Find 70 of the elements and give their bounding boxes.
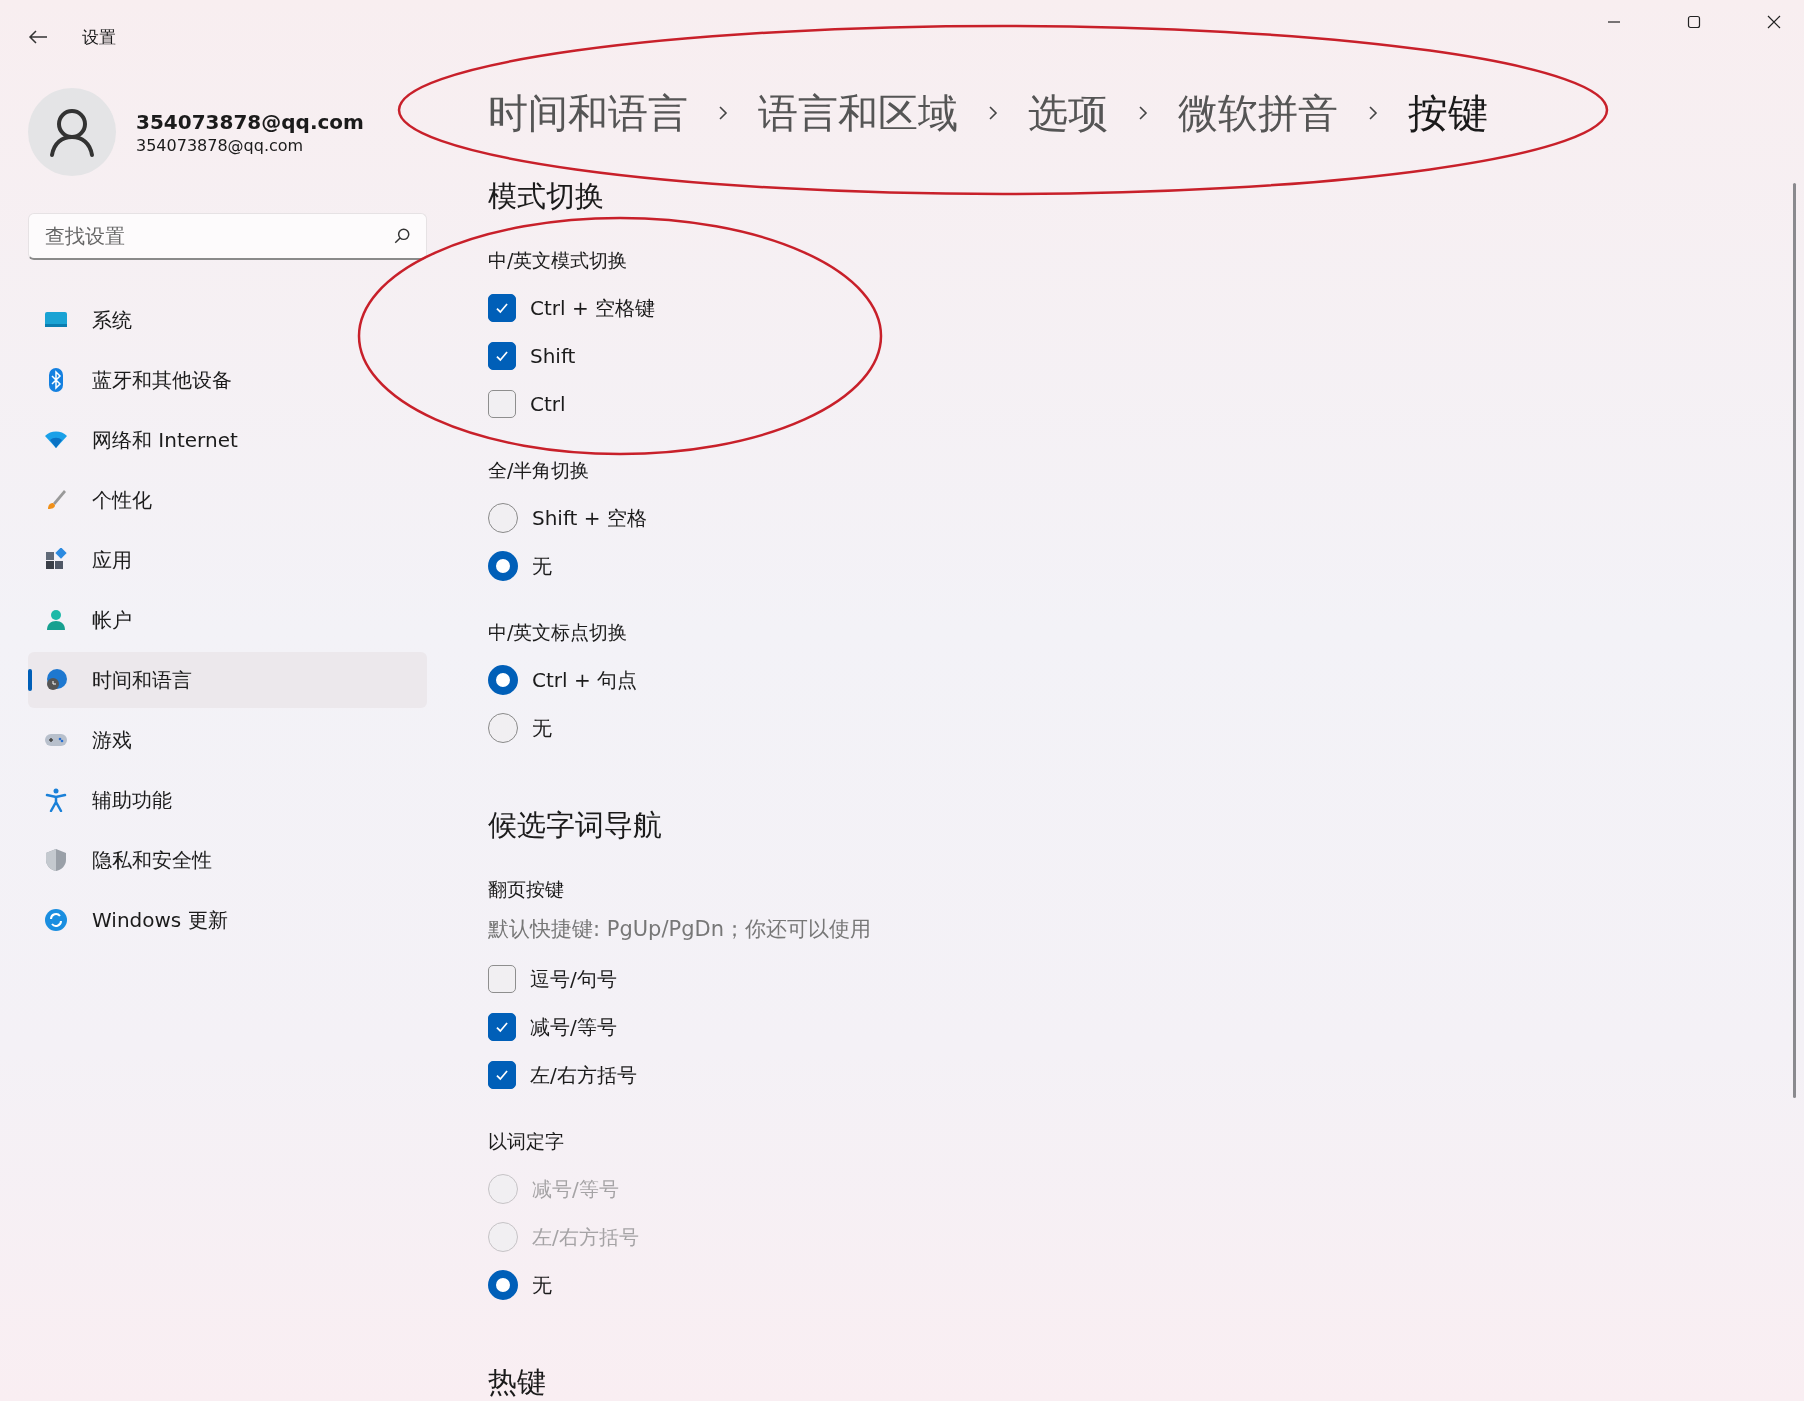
avatar-icon: [28, 88, 116, 176]
breadcrumb-link[interactable]: 语言和区域: [758, 85, 958, 141]
option-label: Ctrl: [530, 392, 566, 416]
option-label: 左/右方括号: [530, 1061, 637, 1089]
person-icon: [44, 608, 68, 632]
radio-button[interactable]: [488, 1270, 518, 1300]
sidebar-item[interactable]: 系统: [28, 292, 427, 348]
sidebar-item[interactable]: 网络和 Internet: [28, 412, 427, 468]
option-label: 无: [532, 714, 552, 742]
window-title: 设置: [82, 25, 116, 49]
option-label: 无: [532, 552, 552, 580]
sidebar-item[interactable]: 时间和语言: [28, 652, 427, 708]
option-label: 逗号/句号: [530, 965, 617, 993]
breadcrumb-link[interactable]: 选项: [1028, 85, 1108, 141]
search-field[interactable]: 查找设置: [28, 213, 427, 260]
apps-icon: [44, 548, 68, 572]
option-label: Ctrl + 空格键: [530, 294, 656, 322]
radio-button[interactable]: [488, 713, 518, 743]
checkbox[interactable]: [488, 342, 516, 370]
radio-button[interactable]: [488, 503, 518, 533]
group-description: 默认快捷键: PgUp/PgDn；你还可以使用: [488, 916, 872, 943]
option-label: 减号/等号: [530, 1013, 617, 1041]
chevron-icon: [1368, 105, 1378, 121]
account-name: 354073878@qq.com: [136, 109, 364, 134]
chevron-icon: [988, 105, 998, 121]
option-label: Ctrl + 句点: [532, 666, 638, 694]
maximize-icon[interactable]: [1686, 14, 1702, 30]
account-email: 354073878@qq.com: [136, 135, 305, 155]
group-label: 翻页按键: [488, 877, 565, 902]
selection-indicator: [28, 669, 32, 691]
search-icon: [393, 227, 411, 245]
sidebar-item[interactable]: 帐户: [28, 592, 427, 648]
option-label: 减号/等号: [532, 1175, 619, 1203]
sidebar-item[interactable]: 应用: [28, 532, 427, 588]
chevron-icon: [718, 105, 728, 121]
option-label: Shift + 空格: [532, 504, 647, 532]
chevron-icon: [1138, 105, 1148, 121]
radio-button[interactable]: [488, 551, 518, 581]
option-label: Shift: [530, 344, 576, 368]
shield-icon: [44, 848, 68, 872]
page-title: 按键: [1408, 88, 1488, 138]
breadcrumb-link[interactable]: 时间和语言: [488, 85, 688, 141]
group-label: 以词定字: [488, 1129, 565, 1154]
close-icon[interactable]: [1766, 14, 1782, 30]
group-label: 中/英文标点切换: [488, 620, 629, 645]
sidebar-item[interactable]: 蓝牙和其他设备: [28, 352, 427, 408]
section-heading: 模式切换: [488, 178, 605, 215]
section-heading: 热键: [488, 1364, 547, 1401]
group-label: 全/半角切换: [488, 458, 591, 483]
breadcrumb-link[interactable]: 微软拼音: [1178, 85, 1338, 141]
option-label: 左/右方括号: [532, 1223, 639, 1251]
radio-button[interactable]: [488, 665, 518, 695]
sidebar-item[interactable]: 辅助功能: [28, 772, 427, 828]
checkbox[interactable]: [488, 390, 516, 418]
checkbox[interactable]: [488, 1013, 516, 1041]
sidebar-item[interactable]: 个性化: [28, 472, 427, 528]
scrollbar[interactable]: [1793, 183, 1796, 1098]
sidebar-item[interactable]: 游戏: [28, 712, 427, 768]
accessibility-icon: [44, 788, 68, 812]
sidebar-item[interactable]: Windows 更新: [28, 892, 427, 948]
sync-icon: [44, 908, 68, 932]
globe-icon: [44, 668, 68, 692]
sidebar-item[interactable]: 隐私和安全性: [28, 832, 427, 888]
back-arrow-icon[interactable]: [28, 29, 48, 45]
checkbox[interactable]: [488, 1061, 516, 1089]
checkbox[interactable]: [488, 965, 516, 993]
section-heading: 候选字词导航: [488, 807, 663, 844]
option-label: 无: [532, 1271, 552, 1299]
group-label: 中/英文模式切换: [488, 248, 629, 273]
checkbox[interactable]: [488, 294, 516, 322]
